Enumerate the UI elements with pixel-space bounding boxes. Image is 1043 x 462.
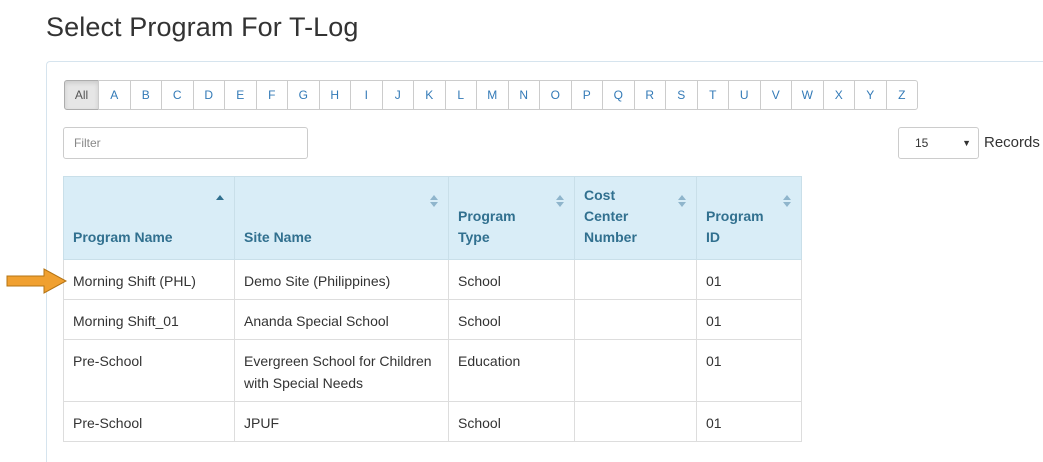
alpha-filter-t[interactable]: T <box>696 80 729 110</box>
alpha-filter-z[interactable]: Z <box>885 80 918 110</box>
alphabet-filter-bar: All A B C D E F G H I J K L M N O P Q R S T U V W X Y Z <box>64 80 918 110</box>
cell-program-type: School <box>448 259 575 300</box>
alpha-filter-q[interactable]: Q <box>602 80 635 110</box>
alpha-filter-j[interactable]: J <box>381 80 414 110</box>
alpha-filter-w[interactable]: W <box>791 80 824 110</box>
alpha-filter-c[interactable]: C <box>161 80 194 110</box>
sort-icon <box>556 195 564 209</box>
alpha-filter-b[interactable]: B <box>129 80 162 110</box>
cell-cost-center <box>574 401 697 442</box>
alpha-filter-o[interactable]: O <box>539 80 572 110</box>
table-body: Morning Shift (PHL) Demo Site (Philippine… <box>63 259 802 442</box>
cell-program-type: Education <box>448 339 575 402</box>
column-header-label: Cost Center Number <box>584 187 637 245</box>
column-header-label: Site Name <box>244 229 312 245</box>
alpha-filter-a[interactable]: A <box>98 80 131 110</box>
cell-program-id: 01 <box>696 339 802 402</box>
records-per-page-select[interactable]: 15 ▼ <box>898 127 979 159</box>
cell-program-type: School <box>448 401 575 442</box>
alpha-filter-k[interactable]: K <box>413 80 446 110</box>
alpha-filter-h[interactable]: H <box>318 80 351 110</box>
alpha-filter-e[interactable]: E <box>224 80 257 110</box>
sort-icon <box>678 195 686 209</box>
alpha-filter-l[interactable]: L <box>444 80 477 110</box>
cell-program-id: 01 <box>696 299 802 340</box>
cell-program-type: School <box>448 299 575 340</box>
table-row[interactable]: Morning Shift_01 Ananda Special School Sch… <box>63 299 802 340</box>
cell-program-id: 01 <box>696 401 802 442</box>
column-header-cost-center-number[interactable]: Cost Center Number <box>574 176 697 260</box>
table-row[interactable]: Pre-School JPUF School 01 <box>63 401 802 442</box>
column-header-label: Program ID <box>706 208 764 245</box>
cell-cost-center <box>574 259 697 300</box>
alpha-filter-d[interactable]: D <box>192 80 225 110</box>
cell-site-name: Demo Site (Philippines) <box>234 259 449 300</box>
cell-cost-center <box>574 339 697 402</box>
table-row[interactable]: Morning Shift (PHL) Demo Site (Philippine… <box>63 259 802 300</box>
records-selected-value: 15 <box>915 136 929 150</box>
alpha-filter-i[interactable]: I <box>350 80 383 110</box>
records-label: Records <box>984 134 1040 151</box>
alpha-filter-x[interactable]: X <box>822 80 855 110</box>
alpha-filter-m[interactable]: M <box>476 80 509 110</box>
alpha-filter-g[interactable]: G <box>287 80 320 110</box>
column-header-program-type[interactable]: Program Type <box>448 176 575 260</box>
cell-program-name: Pre-School <box>63 401 235 442</box>
sort-icon <box>430 195 438 209</box>
column-header-label: Program Name <box>73 229 173 245</box>
alpha-filter-r[interactable]: R <box>633 80 666 110</box>
table-row[interactable]: Pre-School Evergreen School for Children … <box>63 339 802 402</box>
page-title: Select Program For T-Log <box>46 12 359 42</box>
alpha-filter-v[interactable]: V <box>759 80 792 110</box>
alpha-filter-y[interactable]: Y <box>854 80 887 110</box>
cell-program-name: Pre-School <box>63 339 235 402</box>
arrow-pointer-icon <box>6 268 68 294</box>
alpha-filter-u[interactable]: U <box>728 80 761 110</box>
cell-site-name: JPUF <box>234 401 449 442</box>
cell-program-name: Morning Shift (PHL) <box>63 259 235 300</box>
cell-cost-center <box>574 299 697 340</box>
alpha-filter-s[interactable]: S <box>665 80 698 110</box>
alpha-filter-all[interactable]: All <box>64 80 99 110</box>
filter-input[interactable] <box>63 127 308 159</box>
alpha-filter-f[interactable]: F <box>255 80 288 110</box>
cell-program-name: Morning Shift_01 <box>63 299 235 340</box>
sort-icon <box>783 195 791 209</box>
sort-icon <box>216 195 224 209</box>
column-header-program-name[interactable]: Program Name <box>63 176 235 260</box>
cell-site-name: Ananda Special School <box>234 299 449 340</box>
alpha-filter-n[interactable]: N <box>507 80 540 110</box>
column-header-program-id[interactable]: Program ID <box>696 176 802 260</box>
table-header-row: Program Name Site Name Program Type Cost Ce… <box>63 176 802 260</box>
cell-program-id: 01 <box>696 259 802 300</box>
column-header-site-name[interactable]: Site Name <box>234 176 449 260</box>
chevron-down-icon: ▼ <box>962 138 971 148</box>
alpha-filter-p[interactable]: P <box>570 80 603 110</box>
column-header-label: Program Type <box>458 208 516 245</box>
cell-site-name: Evergreen School for Children with Speci… <box>234 339 449 402</box>
programs-table: Program Name Site Name Program Type Cost Ce… <box>63 176 802 442</box>
